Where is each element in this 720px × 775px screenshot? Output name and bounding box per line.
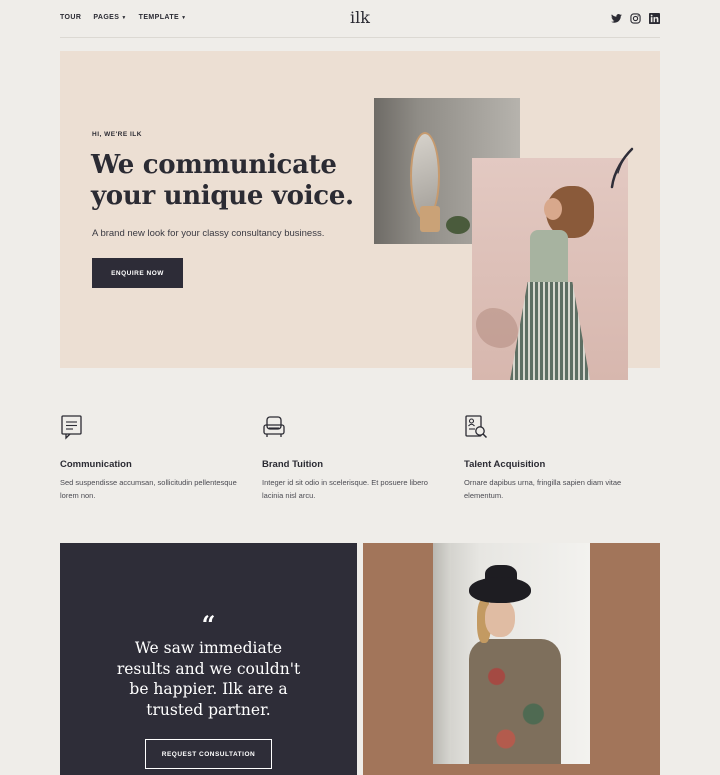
request-consultation-button[interactable]: REQUEST CONSULTATION [145,739,272,769]
document-chat-icon [61,415,82,440]
instagram-icon[interactable] [630,13,641,24]
hero-subtitle: A brand new look for your classy consult… [92,228,325,239]
top-shape [530,230,568,286]
feature-text: Sed suspendisse accumsan, sollicitudin p… [60,478,237,500]
pants-shape [510,282,590,380]
plant-shape [446,216,470,234]
feature-brand-tuition: Brand Tuition Integer id sit odio in sce… [262,414,442,502]
face-shape [544,198,562,220]
resume-search-icon [465,415,488,439]
brush-stroke-decoration [610,147,634,189]
feature-talent-acquisition: Talent Acquisition Ornare dapibus urna, … [464,414,644,502]
feature-title: Brand Tuition [262,459,324,470]
mirror-stand [420,206,440,232]
twitter-icon[interactable] [611,13,622,24]
hat-brim-shape [469,577,531,603]
armchair-icon [263,416,285,437]
feature-text: Ornare dapibus urna, fringilla sapien di… [464,478,622,500]
curtain-shape [433,543,451,764]
social-links [611,13,660,24]
hero-title: We communicate your unique voice. [91,150,354,211]
linkedin-icon[interactable] [649,13,660,24]
hero-eyebrow: HI, WE'RE ILK [92,131,142,138]
enquire-now-button[interactable]: ENQUIRE NOW [92,258,183,288]
testimonial-quote: We saw immediate results and we couldn't… [116,639,301,719]
face-shape [485,599,515,637]
testimonial-image-woman [433,543,590,764]
header-divider [60,37,660,38]
feature-title: Talent Acquisition [464,459,546,470]
feature-text: Integer id sit odio in scelerisque. Et p… [262,478,428,500]
shadow-shape [476,308,518,348]
feature-title: Communication [60,459,132,470]
feature-communication: Communication Sed suspendisse accumsan, … [60,414,240,502]
hero-image-woman [472,158,628,380]
quote-icon: “ [201,610,216,639]
floral-dress-shape [469,639,561,764]
